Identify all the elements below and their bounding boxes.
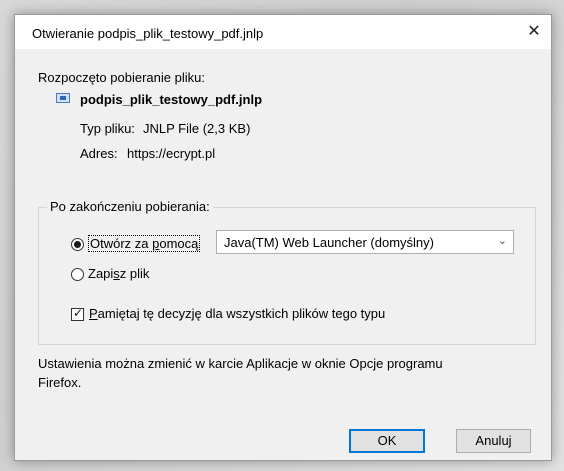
settings-note-line2: Firefox. — [38, 375, 82, 390]
remember-accesskey: P — [89, 306, 98, 321]
open-with-label[interactable]: Otwórz za pomocą — [88, 235, 201, 252]
app-select-value: Java(TM) Web Launcher (domyślny) — [224, 235, 434, 250]
ok-button[interactable]: OK — [349, 429, 425, 453]
close-icon[interactable]: ✕ — [521, 21, 547, 43]
save-file-label-part: z plik — [119, 266, 150, 281]
download-dialog: Otwieranie podpis_plik_testowy_pdf.jnlp … — [14, 14, 552, 461]
titlebar: Otwieranie podpis_plik_testowy_pdf.jnlp … — [15, 15, 551, 49]
cancel-button[interactable]: Anuluj — [456, 429, 531, 453]
settings-note-line1: Ustawienia można zmienić w karcie Aplika… — [38, 356, 443, 371]
open-with-label-part: Otwórz za — [90, 236, 153, 251]
download-started-label: Rozpoczęto pobieranie pliku: — [38, 70, 205, 85]
checkmark-icon: ✓ — [73, 306, 84, 320]
remember-label-part: amiętaj tę decyzję dla wszystkich plików… — [97, 306, 386, 321]
remember-label[interactable]: Pamiętaj tę decyzję dla wszystkich plikó… — [89, 306, 385, 321]
app-select[interactable]: Java(TM) Web Launcher (domyślny) ⌄ — [216, 230, 514, 254]
file-type-label: Typ pliku: — [80, 121, 135, 136]
remember-checkbox[interactable]: ✓ — [71, 306, 84, 321]
file-type-value: JNLP File (2,3 KB) — [143, 121, 251, 136]
open-with-label-part: omocą — [159, 236, 199, 251]
jnlp-file-icon — [56, 93, 70, 103]
file-name: podpis_plik_testowy_pdf.jnlp — [80, 92, 263, 107]
after-download-group-label: Po zakończeniu pobierania: — [47, 199, 213, 214]
save-file-radio[interactable] — [71, 268, 84, 281]
dialog-title: Otwieranie podpis_plik_testowy_pdf.jnlp — [32, 26, 264, 41]
file-address-value: https://ecrypt.pl — [127, 146, 216, 161]
open-with-radio[interactable] — [71, 238, 84, 251]
file-address-label: Adres: — [80, 146, 118, 161]
chevron-down-icon: ⌄ — [497, 235, 507, 247]
save-file-label-part: Zapi — [88, 266, 114, 281]
save-file-label[interactable]: Zapisz plik — [88, 266, 149, 281]
